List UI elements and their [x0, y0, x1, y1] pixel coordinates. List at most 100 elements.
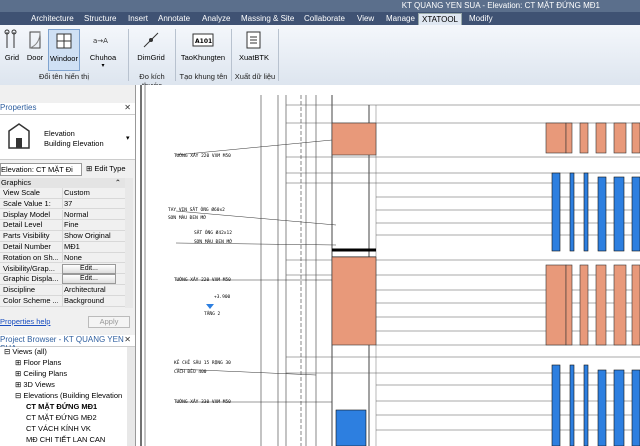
door-button[interactable]: Door — [24, 29, 46, 69]
property-key: Rotation on Sh... — [3, 252, 58, 262]
xuatbtk-label: XuatBTK — [238, 53, 269, 62]
properties-scrollbar[interactable] — [125, 178, 133, 308]
project-browser-header: Project Browser - KT QUANG YEN SUA ✕ — [0, 335, 135, 353]
graphics-section-label: Graphics — [1, 178, 32, 187]
taokhungten-button[interactable]: A101 TaoKhungten — [178, 29, 228, 69]
elevation-drawing[interactable]: TƯỜNG XÂY 220 VXM M50 TAY VỊN SẮT ỐNG Ø6… — [136, 85, 640, 446]
windoor-button[interactable]: Windoor — [48, 29, 80, 71]
tree-item[interactable]: ⊟ Elevations (Building Elevation — [15, 391, 122, 401]
graphics-section-header[interactable]: Graphics ⌃ — [0, 178, 125, 188]
close-icon[interactable]: ✕ — [124, 103, 131, 112]
property-key: View Scale — [3, 188, 40, 197]
property-key: Scale Value 1: — [3, 198, 51, 208]
property-row[interactable]: Visibility/Grap... Edit... — [0, 263, 125, 275]
view-selector-dropdown[interactable]: Elevation: CT MẶT Đi — [0, 163, 82, 176]
level-elevation-text: +3.900 — [214, 294, 231, 300]
properties-help-link[interactable]: Properties help — [0, 317, 50, 326]
property-value[interactable]: Architectural — [62, 285, 126, 295]
tree-item[interactable]: CT VÁCH KÍNH VK — [26, 424, 91, 434]
property-value[interactable]: Show Original — [62, 231, 126, 241]
property-value[interactable]: Background — [62, 296, 126, 306]
door-label: Door — [26, 53, 44, 62]
edit-type-button[interactable]: ⊞ Edit Type — [86, 164, 126, 173]
tab-massing-site[interactable]: Massing & Site — [238, 13, 297, 24]
tab-view[interactable]: View — [354, 13, 377, 24]
tab-annotate[interactable]: Annotate — [155, 13, 193, 24]
property-row[interactable]: Parts Visibility Show Original — [0, 231, 125, 242]
property-row[interactable]: Detail Number MĐ1 — [0, 242, 125, 253]
tree-item[interactable]: CT MẶT ĐỨNG MĐ1 — [26, 402, 97, 412]
tab-collaborate[interactable]: Collaborate — [301, 13, 348, 24]
property-row[interactable]: Rotation on Sh... None — [0, 252, 126, 264]
annotation-text: TƯỜNG XÂY 220 VXM M50 — [174, 152, 231, 159]
tab-structure[interactable]: Structure — [81, 13, 119, 24]
property-value[interactable]: Normal — [62, 209, 126, 220]
tree-item-label: Floor Plans — [23, 358, 62, 367]
annotation-text: SƠN MÀU ĐEN MỜ — [194, 238, 232, 245]
tab-insert[interactable]: Insert — [125, 13, 151, 24]
property-row[interactable]: Graphic Displa... Edit... — [0, 274, 125, 285]
collapse-icon: ⌃ — [114, 178, 121, 187]
type-name-line2: Building Elevation — [44, 139, 104, 148]
property-row[interactable]: Display Model Normal — [0, 209, 126, 221]
svg-text:a→A: a→A — [93, 37, 108, 45]
properties-header: Properties ✕ — [0, 103, 135, 115]
xuatbtk-button[interactable]: XuatBTK — [236, 29, 272, 69]
property-row[interactable]: Scale Value 1: 37 — [0, 198, 126, 210]
door-icon — [29, 31, 41, 49]
chuhoa-button[interactable]: a→A Chuhoa ▾ — [86, 29, 120, 69]
tree-item[interactable]: ⊟ Views (all) — [4, 347, 47, 357]
property-value[interactable]: Custom — [62, 188, 126, 198]
tree-item[interactable]: ⊞ Ceiling Plans — [15, 369, 67, 379]
property-row[interactable]: Color Scheme ... Background — [0, 296, 125, 307]
tree-item-label: CT MẶT ĐỨNG MĐ1 — [26, 402, 98, 411]
tree-item-label: MĐ CHI TIẾT LAN CAN — [26, 435, 106, 444]
tree-item[interactable]: ⊞ 3D Views — [15, 380, 55, 390]
text-case-icon: a→A — [93, 37, 108, 45]
dimension-icon — [143, 32, 159, 48]
drawing-canvas[interactable]: TƯỜNG XÂY 220 VXM M50 TAY VỊN SẮT ỐNG Ø6… — [136, 85, 640, 446]
property-row[interactable]: View Scale Custom — [0, 188, 125, 199]
property-value[interactable]: MĐ1 — [62, 242, 126, 252]
browser-scrollbar[interactable] — [127, 347, 135, 446]
tree-item-label: Elevations (Building Elevation — [23, 391, 123, 400]
tab-xtatool[interactable]: XTATOOL — [418, 13, 463, 25]
tree-item-label: Views (all) — [12, 347, 47, 356]
close-icon[interactable]: ✕ — [124, 335, 131, 344]
tab-architecture[interactable]: Architecture — [28, 13, 77, 24]
edit-button[interactable]: Edit... — [62, 274, 116, 285]
property-row[interactable]: Detail Level Fine — [0, 220, 125, 231]
annotation-text: TƯỜNG XÂY 330 VXM M50 — [174, 398, 231, 405]
taokhungten-label: TaoKhungten — [180, 53, 226, 62]
elevation-type-icon — [8, 123, 30, 149]
annotation-text: TAY VỊN SẮT ỐNG Ø60x2 — [168, 206, 225, 213]
export-icon — [246, 31, 261, 49]
property-value[interactable]: None — [62, 252, 126, 263]
dimgrid-button[interactable]: DimGrid — [134, 29, 168, 69]
annotation-text: TƯỜNG XÂY 220 VXM M50 — [174, 276, 231, 283]
ribbon-tab-bar: Architecture Structure Insert Annotate A… — [0, 12, 640, 25]
property-value[interactable]: Fine — [62, 220, 126, 230]
tree-item[interactable]: MĐ CHI TIẾT LAN CAN — [26, 435, 105, 445]
tab-modify[interactable]: Modify — [466, 13, 496, 24]
chuhoa-dropdown-icon[interactable]: ▾ — [86, 62, 120, 69]
edit-button[interactable]: Edit... — [62, 263, 116, 274]
property-value[interactable]: 37 — [62, 198, 126, 209]
type-selector[interactable]: Elevation Building Elevation ▾ — [0, 115, 135, 160]
tree-item-label: CT MẶT ĐỨNG MĐ2 — [26, 413, 97, 422]
property-key: Color Scheme ... — [3, 296, 58, 305]
property-key: Detail Level — [3, 220, 43, 230]
tab-manage[interactable]: Manage — [383, 13, 418, 24]
tree-item-label: CT VÁCH KÍNH VK — [26, 424, 91, 433]
apply-button[interactable]: Apply — [88, 316, 130, 328]
title-bar: KT QUANG YEN SUA - Elevation: CT MẶT ĐỨN… — [0, 0, 640, 12]
tab-analyze[interactable]: Analyze — [199, 13, 233, 24]
grid-button[interactable]: Grid — [2, 29, 22, 69]
edit-type-label: Edit Type — [94, 164, 126, 173]
tree-item[interactable]: CT MẶT ĐỨNG MĐ2 — [26, 413, 97, 423]
windoor-label: Windoor — [50, 54, 78, 63]
tree-item[interactable]: ⊞ Floor Plans — [15, 358, 61, 368]
property-row[interactable]: Discipline Architectural — [0, 285, 125, 296]
window-icon — [56, 33, 72, 49]
project-browser-tree: ⊟ Views (all) ⊞ Floor Plans ⊞ Ceiling Plan… — [0, 347, 127, 446]
